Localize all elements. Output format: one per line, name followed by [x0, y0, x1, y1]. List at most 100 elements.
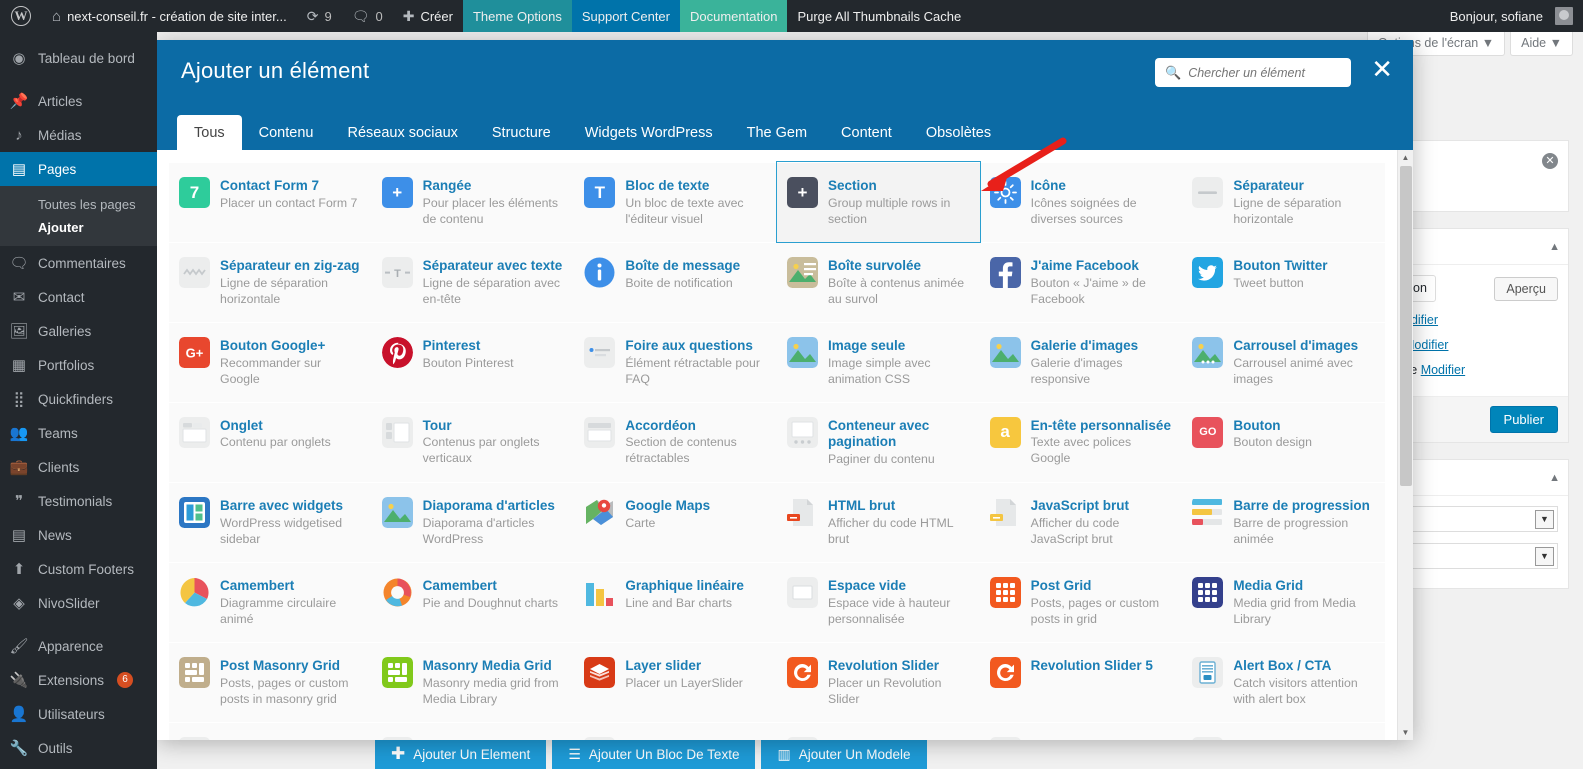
updates-button[interactable]: ⟳ 9: [297, 0, 342, 32]
element-card-en-tete-personnalisee[interactable]: a En-tête personnalisée Texte avec polices…: [979, 401, 1183, 483]
element-card-onglet[interactable]: Onglet Contenu par onglets: [169, 401, 372, 483]
element-card-carrousel-d-images[interactable]: Carrousel d'images Carrousel animé avec i…: [1182, 321, 1385, 402]
sidebar-item-teams[interactable]: 👥 Teams: [0, 416, 157, 450]
element-card-pinterest[interactable]: Pinterest Bouton Pinterest: [371, 321, 575, 402]
documentation-button[interactable]: Documentation: [680, 0, 788, 32]
sidebar-item-plugins[interactable]: 🔌 Extensions 6: [0, 663, 157, 697]
element-card-masonry-media-grid[interactable]: Masonry Media Grid Masonry media grid fro…: [371, 641, 575, 722]
sidebar-item-custom-footers[interactable]: ⬆ Custom Footers: [0, 552, 157, 586]
new-content-button[interactable]: ✚ Créer: [393, 0, 463, 32]
publish-button[interactable]: Publier: [1489, 406, 1558, 433]
edit-link-3[interactable]: Modifier: [1421, 363, 1465, 377]
element-search-box[interactable]: 🔍: [1155, 58, 1351, 87]
element-card-bouton-google[interactable]: G+ Bouton Google+ Recommander sur Google: [169, 321, 372, 402]
scrollbar-thumb[interactable]: [1400, 166, 1412, 486]
help-button[interactable]: Aide ▼: [1510, 32, 1573, 56]
search-input[interactable]: [1188, 65, 1341, 80]
template-select[interactable]: ▼: [1404, 543, 1558, 569]
sidebar-item-appearance[interactable]: 🖌 Apparence: [0, 629, 157, 663]
element-card-bouton-twitter[interactable]: Bouton Twitter Tweet button: [1182, 241, 1385, 322]
element-card-html-brut[interactable]: HTML brut Afficher du code HTML brut: [777, 482, 980, 563]
element-card-barre-avec-widgets[interactable]: Barre avec widgets WordPress widgetised s…: [169, 482, 372, 563]
element-card-icone[interactable]: Icône Icônes soignées de diverses sources: [979, 162, 1183, 242]
element-card-separateur[interactable]: Séparateur Ligne de séparation horizontal…: [1182, 162, 1385, 242]
sidebar-subitem-all-pages[interactable]: Toutes les pages: [0, 193, 157, 216]
element-card-separateur-avec-texte[interactable]: T Séparateur avec texte Ligne de séparatio…: [371, 241, 575, 322]
theme-options-button[interactable]: Theme Options: [462, 0, 572, 32]
element-card-diaporama-d-articles[interactable]: Diaporama d'articles Diaporama d'articles…: [371, 482, 575, 563]
sidebar-item-contact[interactable]: ✉ Contact: [0, 280, 157, 314]
tab-widgets-wordpress[interactable]: Widgets WordPress: [568, 115, 730, 150]
element-card-revolution-slider-5[interactable]: Revolution Slider 5: [979, 641, 1183, 722]
support-center-button[interactable]: Support Center: [571, 0, 680, 32]
element-card-camembert[interactable]: Camembert Pie and Doughnut charts: [371, 562, 575, 642]
close-icon[interactable]: ✕: [1371, 56, 1393, 82]
scroll-up-arrow-icon[interactable]: ▲: [1398, 150, 1413, 165]
element-card-barre-de-progression[interactable]: Barre de progression Barre de progression…: [1182, 482, 1385, 563]
element-card-button[interactable]: OK ButtonStyled button element: [169, 721, 372, 740]
site-name-button[interactable]: ⌂ next-conseil.fr - création de site int…: [42, 0, 297, 32]
element-card-boite-de-message[interactable]: Boîte de message Boite de notification: [574, 241, 777, 322]
element-card-section[interactable]: + Section Group multiple rows in section: [776, 161, 981, 243]
wp-logo-button[interactable]: W: [0, 0, 42, 32]
sidebar-item-users[interactable]: 👤 Utilisateurs: [0, 697, 157, 731]
sidebar-item-nivoslider[interactable]: ◈ NivoSlider: [0, 586, 157, 620]
element-card-j-aime-facebook[interactable]: J'aime Facebook Bouton « J'aime » de Face…: [979, 241, 1183, 322]
parent-select[interactable]: ▼: [1404, 506, 1558, 532]
element-card-camembert[interactable]: Camembert Diagramme circulaire animé: [169, 562, 372, 642]
element-card-media-grid[interactable]: Media Grid Media grid from Media Library: [1182, 562, 1385, 642]
element-card-graphique-lineaire[interactable]: Graphique linéaire Line and Bar charts: [574, 562, 777, 642]
sidebar-item-quickfinders[interactable]: ⣿ Quickfinders: [0, 382, 157, 416]
add-element-button[interactable]: ✚ Ajouter Un Element: [375, 739, 547, 769]
chevron-up-icon[interactable]: ▲: [1549, 241, 1560, 253]
element-card-image-seule[interactable]: Image seule Image simple avec animation C…: [777, 321, 980, 402]
sidebar-item-dashboard[interactable]: ◉ Tableau de bord: [0, 41, 157, 75]
element-card-diagram[interactable]: DiagramStyled diagrams and graphs: [1182, 721, 1385, 740]
element-card-countdown[interactable]: Countdown: [574, 721, 777, 740]
element-card-conteneur-avec-pagination[interactable]: Conteneur avec pagination Paginer du cont…: [777, 401, 980, 483]
sidebar-item-galleries[interactable]: 🖼 Galleries: [0, 314, 157, 348]
scroll-down-arrow-icon[interactable]: ▼: [1398, 725, 1413, 740]
sidebar-item-news[interactable]: ▤ News: [0, 518, 157, 552]
add-text-block-button[interactable]: ☰ Ajouter Un Bloc De Texte: [552, 739, 756, 769]
element-card-post-masonry-grid[interactable]: Post Masonry Grid Posts, pages or custom …: [169, 641, 372, 722]
sidebar-item-media[interactable]: ♪ Médias: [0, 118, 157, 152]
sidebar-item-clients[interactable]: 💼 Clients: [0, 450, 157, 484]
element-card-revolution-slider[interactable]: Revolution Slider Placer un Revolution Sl…: [777, 641, 980, 722]
element-card-contact-form-7[interactable]: 7 Contact Form 7 Placer un contact Form 7: [169, 162, 372, 242]
sidebar-item-testimonials[interactable]: ❞ Testimonials: [0, 484, 157, 518]
element-card-layer-slider[interactable]: Layer slider Placer un LayerSlider: [574, 641, 777, 722]
element-card-separateur-en-zig-zag[interactable]: Séparateur en zig-zag Ligne de séparation…: [169, 241, 372, 322]
element-card-boite-survolee[interactable]: Boîte survolée Boîte à contenus animée au…: [777, 241, 980, 322]
sidebar-item-comments[interactable]: 🗨 Commentaires: [0, 246, 157, 280]
element-card-counter-box[interactable]: 1234 Counter boxCounter box: [777, 721, 980, 740]
element-card-google-maps[interactable]: Google Maps Carte: [574, 482, 777, 563]
chevron-up-icon[interactable]: ▲: [1549, 472, 1560, 484]
preview-button[interactable]: Aperçu: [1494, 276, 1558, 301]
tab-structure[interactable]: Structure: [475, 115, 568, 150]
close-icon[interactable]: ✕: [1542, 153, 1558, 169]
my-account-button[interactable]: Bonjour, sofiane: [1440, 0, 1583, 32]
element-card-foire-aux-questions[interactable]: Foire aux questions Élément rétractable p…: [574, 321, 777, 402]
sidebar-item-portfolios[interactable]: ▦ Portfolios: [0, 348, 157, 382]
sidebar-item-tools[interactable]: 🔧 Outils: [0, 731, 157, 765]
add-template-button[interactable]: ▥ Ajouter Un Modele: [761, 739, 927, 769]
tab-reseaux-sociaux[interactable]: Réseaux sociaux: [330, 115, 474, 150]
element-card-bouton[interactable]: GO Bouton Bouton design: [1182, 401, 1385, 483]
element-card-espace-vide[interactable]: Espace vide Espace vide à hauteur personn…: [777, 562, 980, 642]
tab-tous[interactable]: Tous: [177, 115, 242, 150]
element-card-galerie-d-images[interactable]: Galerie d'images Galerie d'images respons…: [979, 321, 1183, 402]
comments-button[interactable]: 🗨 0: [342, 0, 393, 32]
element-card-clients[interactable]: ClientsClients overview inside content: [371, 721, 575, 740]
sidebar-item-pages[interactable]: ▤ Pages: [0, 152, 157, 186]
element-card-bloc-de-texte[interactable]: T Bloc de texte Un bloc de texte avec l'éd…: [574, 162, 777, 242]
tab-obsoletes[interactable]: Obsolètes: [909, 115, 1008, 150]
element-grid-scrollbar[interactable]: ▲ ▼: [1397, 150, 1413, 740]
tab-contenu[interactable]: Contenu: [242, 115, 331, 150]
element-card-javascript-brut[interactable]: JavaScript brut Afficher du code JavaScri…: [979, 482, 1183, 563]
element-card-tour[interactable]: Tour Contenus par onglets verticaux: [371, 401, 575, 483]
sidebar-subitem-add-new[interactable]: Ajouter: [0, 216, 157, 239]
element-card-custom-header[interactable]: Custom HeaderCustom Header: [979, 721, 1183, 740]
purge-cache-button[interactable]: Purge All Thumbnails Cache: [787, 0, 971, 32]
tab-the-gem[interactable]: The Gem: [730, 115, 824, 150]
